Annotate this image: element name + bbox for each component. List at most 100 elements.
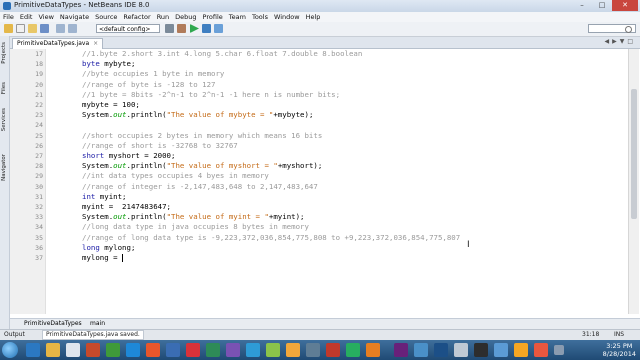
menu-tools[interactable]: Tools bbox=[249, 12, 271, 22]
menu-refactor[interactable]: Refactor bbox=[120, 12, 153, 22]
code-line: myint = 2147483647; bbox=[82, 202, 171, 211]
search-icon bbox=[625, 26, 632, 33]
app-icon-19[interactable] bbox=[494, 343, 508, 357]
visual-studio-icon[interactable] bbox=[394, 343, 408, 357]
word-icon[interactable] bbox=[434, 343, 448, 357]
app-icon-15[interactable] bbox=[366, 343, 380, 357]
debug-icon[interactable] bbox=[202, 24, 211, 33]
editor-tab-label: PrimitiveDataTypes.java bbox=[17, 40, 90, 47]
new-project-icon[interactable] bbox=[4, 24, 13, 33]
app-icon-5[interactable] bbox=[166, 343, 180, 357]
side-tab-services[interactable]: Services bbox=[1, 108, 7, 131]
caret bbox=[122, 254, 124, 262]
line-number: 17 bbox=[35, 50, 43, 58]
code-editor[interactable]: //1.byte 2.short 3.int 4.long 5.char 6.f… bbox=[46, 49, 626, 314]
app-icon-20[interactable] bbox=[514, 343, 528, 357]
new-file-icon[interactable] bbox=[16, 24, 25, 33]
app-icon-17[interactable] bbox=[454, 343, 468, 357]
minimize-button[interactable]: – bbox=[572, 0, 592, 11]
app-icon-9[interactable] bbox=[246, 343, 260, 357]
menu-help[interactable]: Help bbox=[303, 12, 324, 22]
app-icon-11[interactable] bbox=[286, 343, 300, 357]
breadcrumb-method[interactable]: main bbox=[90, 319, 105, 329]
close-button[interactable]: ✕ bbox=[612, 0, 638, 11]
clean-build-icon[interactable] bbox=[177, 24, 186, 33]
menu-edit[interactable]: Edit bbox=[17, 12, 36, 22]
side-tab-projects[interactable]: Projects bbox=[1, 42, 7, 64]
menu-navigate[interactable]: Navigate bbox=[57, 12, 92, 22]
line-number: 35 bbox=[35, 233, 43, 242]
profile-icon[interactable] bbox=[214, 24, 223, 33]
save-all-icon[interactable] bbox=[40, 24, 49, 33]
open-project-icon[interactable] bbox=[28, 24, 37, 33]
menu-profile[interactable]: Profile bbox=[200, 12, 226, 22]
menu-file[interactable]: File bbox=[0, 12, 17, 22]
menu-run[interactable]: Run bbox=[154, 12, 172, 22]
editor-tab[interactable]: PrimitiveDataTypes.java × bbox=[12, 38, 104, 49]
ie-icon[interactable] bbox=[26, 343, 40, 357]
code-line: //range of byte is -128 to 127 bbox=[82, 79, 216, 89]
tab-controls[interactable]: ◀▶▼□ bbox=[604, 38, 636, 45]
app-icon-14[interactable] bbox=[346, 343, 360, 357]
menu-team[interactable]: Team bbox=[226, 12, 249, 22]
undo-icon[interactable] bbox=[56, 24, 65, 33]
netbeans-taskbar-icon[interactable] bbox=[534, 343, 548, 357]
menu-window[interactable]: Window bbox=[271, 12, 303, 22]
breadcrumb-class[interactable]: PrimitiveDataTypes bbox=[24, 319, 82, 329]
config-select[interactable]: <default config> bbox=[96, 24, 160, 33]
app-icon-16[interactable] bbox=[414, 343, 428, 357]
app-icon-18[interactable] bbox=[474, 343, 488, 357]
code-line: //range of short is -32768 to 32767 bbox=[82, 140, 238, 150]
tray-icon[interactable] bbox=[554, 345, 564, 355]
code-line: byte mybyte; bbox=[82, 59, 136, 69]
line-number: 32 bbox=[35, 203, 43, 211]
code-line: mybyte = 100; bbox=[82, 100, 140, 109]
tab-close-icon[interactable]: × bbox=[93, 40, 98, 47]
side-tab-navigator[interactable]: Navigator bbox=[1, 154, 7, 181]
output-tab[interactable]: Output bbox=[4, 330, 25, 340]
line-number: 23 bbox=[35, 111, 43, 120]
line-number: 24 bbox=[35, 121, 43, 130]
run-icon[interactable] bbox=[190, 24, 199, 33]
code-line: long mylong; bbox=[82, 242, 136, 252]
netbeans-icon bbox=[3, 2, 11, 10]
editor-scrollbar[interactable] bbox=[628, 49, 639, 314]
app-icon-3[interactable] bbox=[126, 343, 140, 357]
app-icon-8[interactable] bbox=[226, 343, 240, 357]
side-tab-files[interactable]: Files bbox=[1, 82, 7, 94]
clock-time: 3:25 PM bbox=[606, 342, 633, 350]
app-icon-13[interactable] bbox=[326, 343, 340, 357]
app-icon-2[interactable] bbox=[106, 343, 120, 357]
code-line: System.out.println("The value of myint =… bbox=[82, 212, 305, 222]
app-icon-7[interactable] bbox=[206, 343, 220, 357]
explorer-icon[interactable] bbox=[46, 343, 60, 357]
code-line: System.out.println("The value of mybyte … bbox=[82, 110, 314, 120]
start-button[interactable] bbox=[2, 342, 18, 358]
menu-view[interactable]: View bbox=[35, 12, 56, 22]
code-line: //long data type in java occupies 8 byte… bbox=[82, 222, 309, 232]
line-number: 21 bbox=[35, 90, 43, 99]
code-line: //short occupies 2 bytes in memory which… bbox=[82, 130, 323, 140]
clock[interactable]: 3:25 PM 8/28/2014 bbox=[603, 342, 636, 358]
status-message: PrimitiveDataTypes.java saved. bbox=[42, 330, 144, 340]
line-number: 18 bbox=[35, 60, 43, 69]
code-line: int myint; bbox=[82, 191, 127, 201]
search-input[interactable] bbox=[588, 24, 636, 33]
line-number: 37 bbox=[35, 254, 43, 262]
line-number: 30 bbox=[35, 182, 43, 191]
app-icon-10[interactable] bbox=[266, 343, 280, 357]
build-icon[interactable] bbox=[165, 24, 174, 33]
editor-tab-strip: PrimitiveDataTypes.java × ◀▶▼□ bbox=[10, 37, 640, 49]
app-icon-4[interactable] bbox=[146, 343, 160, 357]
maximize-button[interactable]: □ bbox=[592, 0, 612, 11]
app-icon-12[interactable] bbox=[306, 343, 320, 357]
redo-icon[interactable] bbox=[68, 24, 77, 33]
media-icon[interactable] bbox=[66, 343, 80, 357]
scrollbar-thumb[interactable] bbox=[631, 89, 637, 219]
menu-source[interactable]: Source bbox=[92, 12, 120, 22]
app-icon-6[interactable] bbox=[186, 343, 200, 357]
menu-debug[interactable]: Debug bbox=[172, 12, 199, 22]
app-icon-1[interactable] bbox=[86, 343, 100, 357]
window-title: PrimitiveDataTypes - NetBeans IDE 8.0 bbox=[14, 1, 150, 9]
status-bar: Output PrimitiveDataTypes.java saved. 31… bbox=[0, 329, 640, 340]
